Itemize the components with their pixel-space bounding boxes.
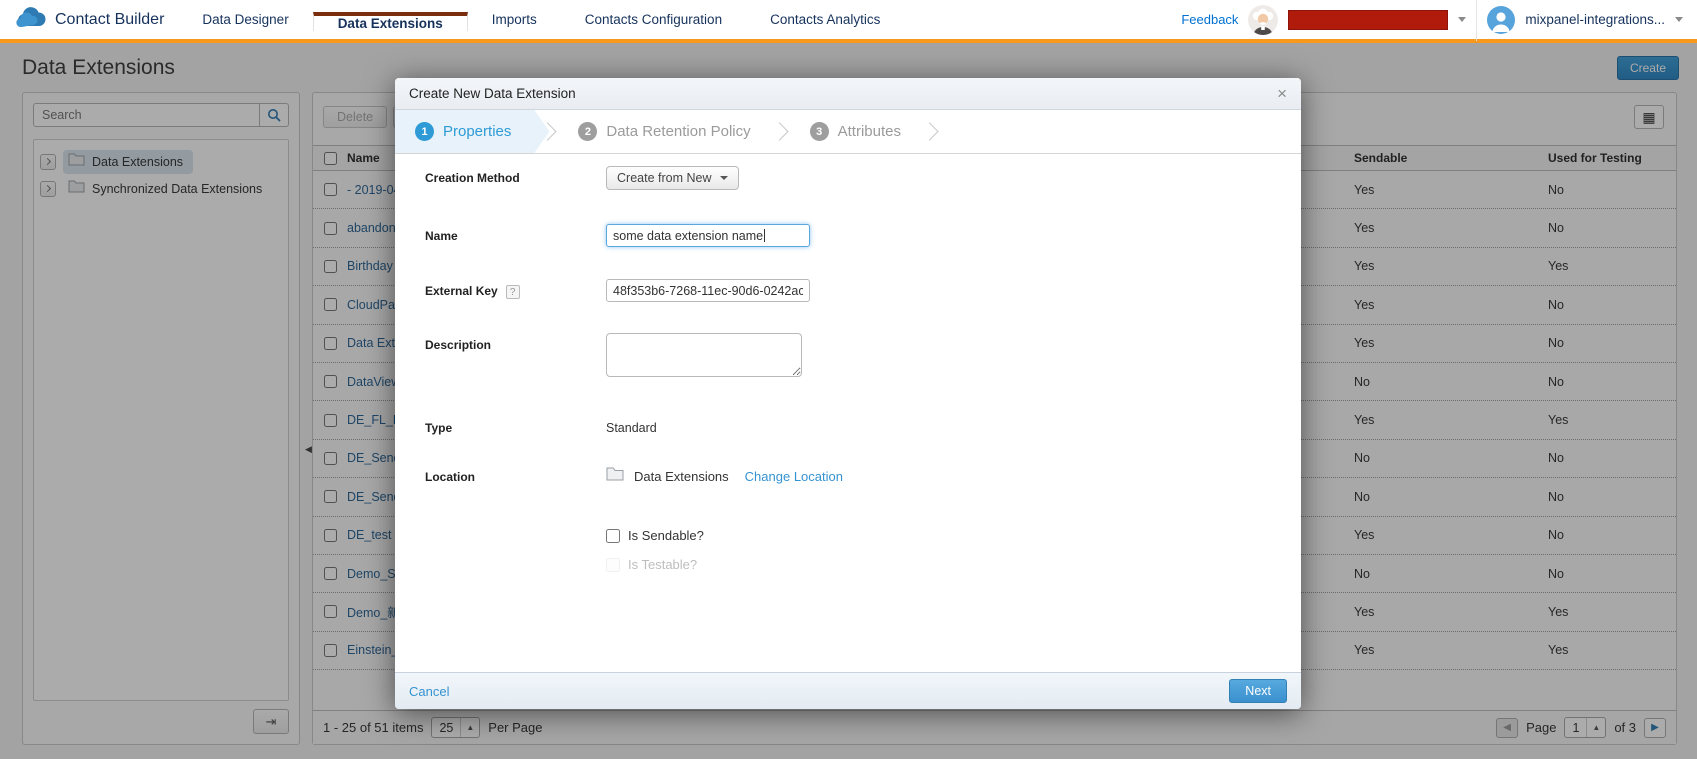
is-testable-checkbox [606,558,620,572]
tab-data-extensions[interactable]: Data Extensions [313,12,468,31]
help-icon[interactable]: ? [506,285,520,299]
step-number-badge: 2 [578,122,597,141]
user-avatar-icon[interactable] [1487,6,1515,34]
app-title: Contact Builder [55,11,164,29]
is-testable-label: Is Testable? [628,557,697,572]
modal-title: Create New Data Extension [409,86,576,101]
einstein-avatar-icon[interactable] [1248,5,1278,35]
tab-imports[interactable]: Imports [468,12,561,27]
creation-method-label: Creation Method [425,166,606,190]
folder-icon [606,467,624,486]
account-switcher-redacted[interactable] [1288,10,1448,30]
external-key-input[interactable] [606,279,810,302]
caret-down-icon[interactable] [1675,17,1683,22]
cancel-button[interactable]: Cancel [409,684,449,699]
description-label: Description [425,333,606,377]
is-testable-row: Is Testable? [606,557,697,572]
wizard-steps: 1 Properties 2 Data Retention Policy 3 A… [395,110,1301,154]
is-sendable-label: Is Sendable? [628,528,704,543]
step-data-retention-policy[interactable]: 2 Data Retention Policy [558,110,780,153]
creation-method-dropdown[interactable]: Create from New [606,166,739,190]
location-value: Data Extensions [634,469,729,484]
type-value: Standard [606,416,657,435]
account-name[interactable]: mixpanel-integrations... [1525,12,1665,27]
nav-divider [1476,0,1477,41]
tab-contacts-configuration[interactable]: Contacts Configuration [561,12,746,27]
tab-data-designer[interactable]: Data Designer [178,12,312,27]
step-number-badge: 1 [415,122,434,141]
name-label: Name [425,224,606,247]
is-sendable-checkbox[interactable] [606,529,620,543]
description-textarea[interactable] [606,333,802,377]
type-label: Type [425,416,606,435]
step-properties[interactable]: 1 Properties [395,110,549,153]
is-sendable-row: Is Sendable? [606,528,704,543]
next-button[interactable]: Next [1229,679,1287,703]
close-icon[interactable]: × [1277,85,1287,102]
external-key-label: External Key [425,284,498,298]
location-label: Location [425,465,606,486]
step-number-badge: 3 [810,122,829,141]
step-attributes[interactable]: 3 Attributes [790,110,931,153]
top-nav: Contact Builder Data Designer Data Exten… [0,0,1697,43]
chevron-down-icon [720,176,728,180]
name-input[interactable]: some data extension name [606,224,810,247]
change-location-link[interactable]: Change Location [745,469,843,484]
caret-down-icon [1458,17,1466,22]
cloud-logo-icon [16,6,46,33]
feedback-link[interactable]: Feedback [1181,12,1238,27]
text-cursor [764,229,765,242]
create-data-extension-modal: Create New Data Extension × 1 Properties… [395,78,1301,709]
tab-contacts-analytics[interactable]: Contacts Analytics [746,12,904,27]
